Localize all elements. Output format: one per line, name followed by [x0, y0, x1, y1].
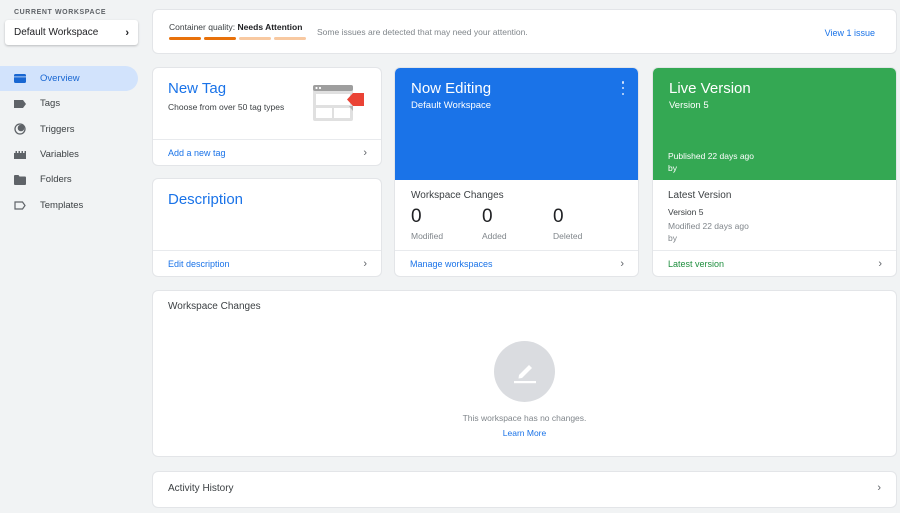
- sidebar-item-label: Tags: [40, 98, 61, 110]
- live-version-card: Live Version Version 5 Published 22 days…: [653, 68, 896, 276]
- latest-version-button[interactable]: Latest version ›: [653, 250, 896, 276]
- stat-label: Deleted: [553, 231, 583, 241]
- edit-description-button[interactable]: Edit description ›: [153, 250, 381, 276]
- stat-label: Added: [482, 231, 507, 241]
- trigger-icon: [14, 123, 26, 135]
- published-time: Published 22 days ago: [668, 151, 755, 161]
- live-version-header: Live Version Version 5 Published 22 days…: [653, 68, 896, 180]
- tag-icon: [14, 99, 26, 109]
- current-workspace-label: CURRENT WORKSPACE: [14, 9, 107, 16]
- stat-value: 0: [411, 206, 422, 227]
- stat-added: 0 Added: [482, 206, 553, 241]
- sidebar-item-label: Templates: [40, 199, 84, 211]
- quality-segment: [204, 37, 236, 40]
- workspace-changes-label: Workspace Changes: [411, 190, 504, 201]
- edit-pencil-icon: [494, 341, 555, 402]
- workspace-name: Default Workspace: [14, 27, 99, 38]
- template-icon: [14, 200, 26, 210]
- latest-modified-by: by: [668, 233, 677, 243]
- more-options-icon[interactable]: [618, 81, 628, 95]
- live-version-title: Live Version: [669, 80, 751, 97]
- latest-version-label: Latest Version: [668, 190, 732, 201]
- tag-illustration-icon: [313, 85, 365, 128]
- container-quality-status: Needs Attention: [237, 22, 303, 32]
- workspace-change-stats: 0 Modified 0 Added 0 Deleted: [411, 206, 624, 241]
- now-editing-header: Now Editing Default Workspace: [395, 68, 638, 180]
- empty-state-message: This workspace has no changes.: [462, 413, 587, 423]
- stat-value: 0: [482, 206, 493, 227]
- new-tag-card: New Tag Choose from over 50 tag types Ad…: [153, 68, 381, 165]
- variables-icon: [14, 150, 26, 160]
- quality-segment: [169, 37, 201, 40]
- sidebar-item-tags[interactable]: Tags: [0, 91, 138, 116]
- view-issues-link[interactable]: View 1 issue: [825, 28, 875, 38]
- learn-more-link[interactable]: Learn More: [153, 428, 896, 438]
- chevron-right-icon: ›: [363, 146, 367, 159]
- new-tag-subtitle: Choose from over 50 tag types: [168, 102, 285, 112]
- activity-history-row[interactable]: Activity History ›: [153, 472, 896, 507]
- sidebar-nav: Overview Tags Triggers Variables Folders…: [0, 66, 138, 218]
- latest-modified-time: Modified 22 days ago: [668, 221, 749, 231]
- quality-score-bar: [169, 37, 306, 40]
- stat-label: Modified: [411, 231, 444, 241]
- chevron-right-icon: ›: [125, 26, 129, 39]
- sidebar-item-triggers[interactable]: Triggers: [0, 117, 138, 142]
- sidebar-item-label: Folders: [40, 174, 72, 186]
- description-card: Description Edit description ›: [153, 179, 381, 276]
- activity-history-title: Activity History: [168, 483, 234, 494]
- container-quality-label: Container quality: Needs Attention: [169, 22, 303, 32]
- manage-workspaces-button[interactable]: Manage workspaces ›: [395, 250, 638, 276]
- latest-version-info: Modified 22 days ago by: [668, 220, 749, 244]
- now-editing-title: Now Editing: [411, 80, 492, 97]
- published-info: Published 22 days ago by: [668, 150, 754, 174]
- quality-segment: [239, 37, 271, 40]
- sidebar-item-templates[interactable]: Templates: [0, 192, 138, 217]
- workspace-changes-panel: Workspace Changes This workspace has no …: [153, 291, 896, 456]
- description-title: Description: [168, 191, 244, 208]
- sidebar-item-variables[interactable]: Variables: [0, 142, 138, 167]
- stat-deleted: 0 Deleted: [553, 206, 624, 241]
- chevron-right-icon: ›: [363, 257, 367, 270]
- overview-icon: [14, 74, 26, 84]
- stat-value: 0: [553, 206, 564, 227]
- quality-message: Some issues are detected that may need y…: [317, 27, 528, 37]
- latest-version-number: Version 5: [668, 207, 704, 217]
- stat-modified: 0 Modified: [411, 206, 482, 241]
- folder-icon: [14, 174, 26, 185]
- sidebar-item-label: Triggers: [40, 123, 75, 135]
- sidebar-item-label: Overview: [40, 73, 80, 85]
- current-workspace-name: Default Workspace: [411, 100, 492, 111]
- chevron-right-icon: ›: [878, 257, 882, 270]
- sidebar-item-folders[interactable]: Folders: [0, 167, 138, 192]
- new-tag-title: New Tag: [168, 80, 227, 97]
- chevron-right-icon: ›: [620, 257, 624, 270]
- container-quality-banner: Container quality: Needs Attention Some …: [153, 10, 896, 53]
- chevron-right-icon: ›: [877, 482, 881, 494]
- sidebar: CURRENT WORKSPACE Default Workspace › Ov…: [0, 0, 150, 513]
- now-editing-card: Now Editing Default Workspace Workspace …: [395, 68, 638, 276]
- sidebar-item-label: Variables: [40, 149, 79, 161]
- quality-segment: [274, 37, 306, 40]
- workspace-selector[interactable]: Default Workspace ›: [5, 20, 138, 45]
- published-by: by: [668, 163, 677, 173]
- live-version-number: Version 5: [669, 100, 709, 111]
- workspace-changes-title: Workspace Changes: [168, 301, 261, 312]
- add-new-tag-button[interactable]: Add a new tag ›: [153, 139, 381, 165]
- sidebar-item-overview[interactable]: Overview: [0, 66, 138, 92]
